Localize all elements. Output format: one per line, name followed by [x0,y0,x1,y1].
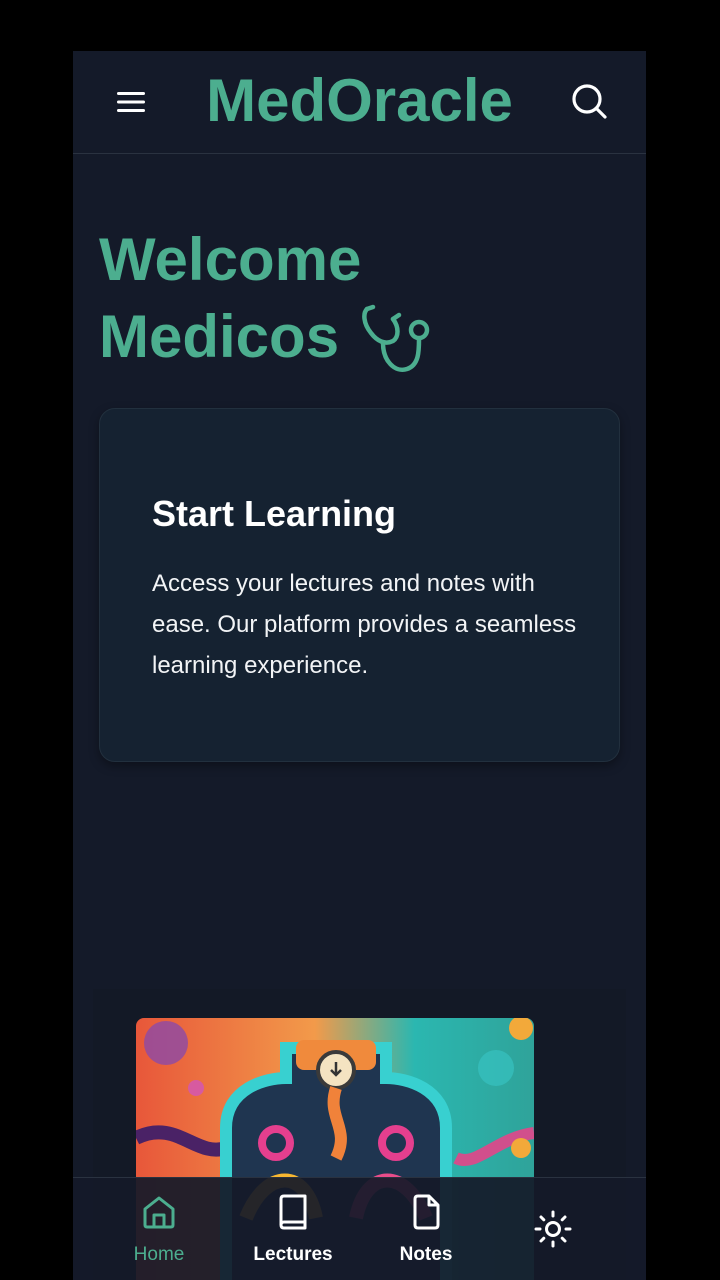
stethoscope-icon [362,304,430,372]
card-title: Start Learning [152,493,397,534]
nav-notes-label: Notes [399,1244,453,1265]
start-learning-card[interactable]: Start Learning Access your lectures and … [99,408,620,762]
nav-lectures[interactable]: Lectures [243,1178,343,1280]
nav-lectures-label: Lectures [253,1244,333,1265]
app-title: MedOracle [206,67,513,134]
nav-notes[interactable]: Notes [386,1178,466,1280]
file-icon [413,1194,440,1230]
nav-home-label: Home [133,1244,185,1265]
search-button[interactable] [568,80,610,122]
sun-icon [534,1210,572,1248]
top-app-bar: MedOracle [73,51,646,154]
home-icon [143,1196,175,1229]
app-screen: MedOracle Welcome Medicos Start Learning… [73,51,646,1280]
welcome-heading: Welcome Medicos [99,223,619,377]
card-description: Access your lectures and notes with ease… [152,570,577,679]
nav-home[interactable]: Home [122,1178,196,1280]
search-icon [572,84,607,119]
welcome-line-1: Welcome [99,226,362,293]
book-icon [279,1194,307,1230]
welcome-line-2: Medicos [99,303,340,370]
theme-toggle-button[interactable] [533,1209,573,1249]
